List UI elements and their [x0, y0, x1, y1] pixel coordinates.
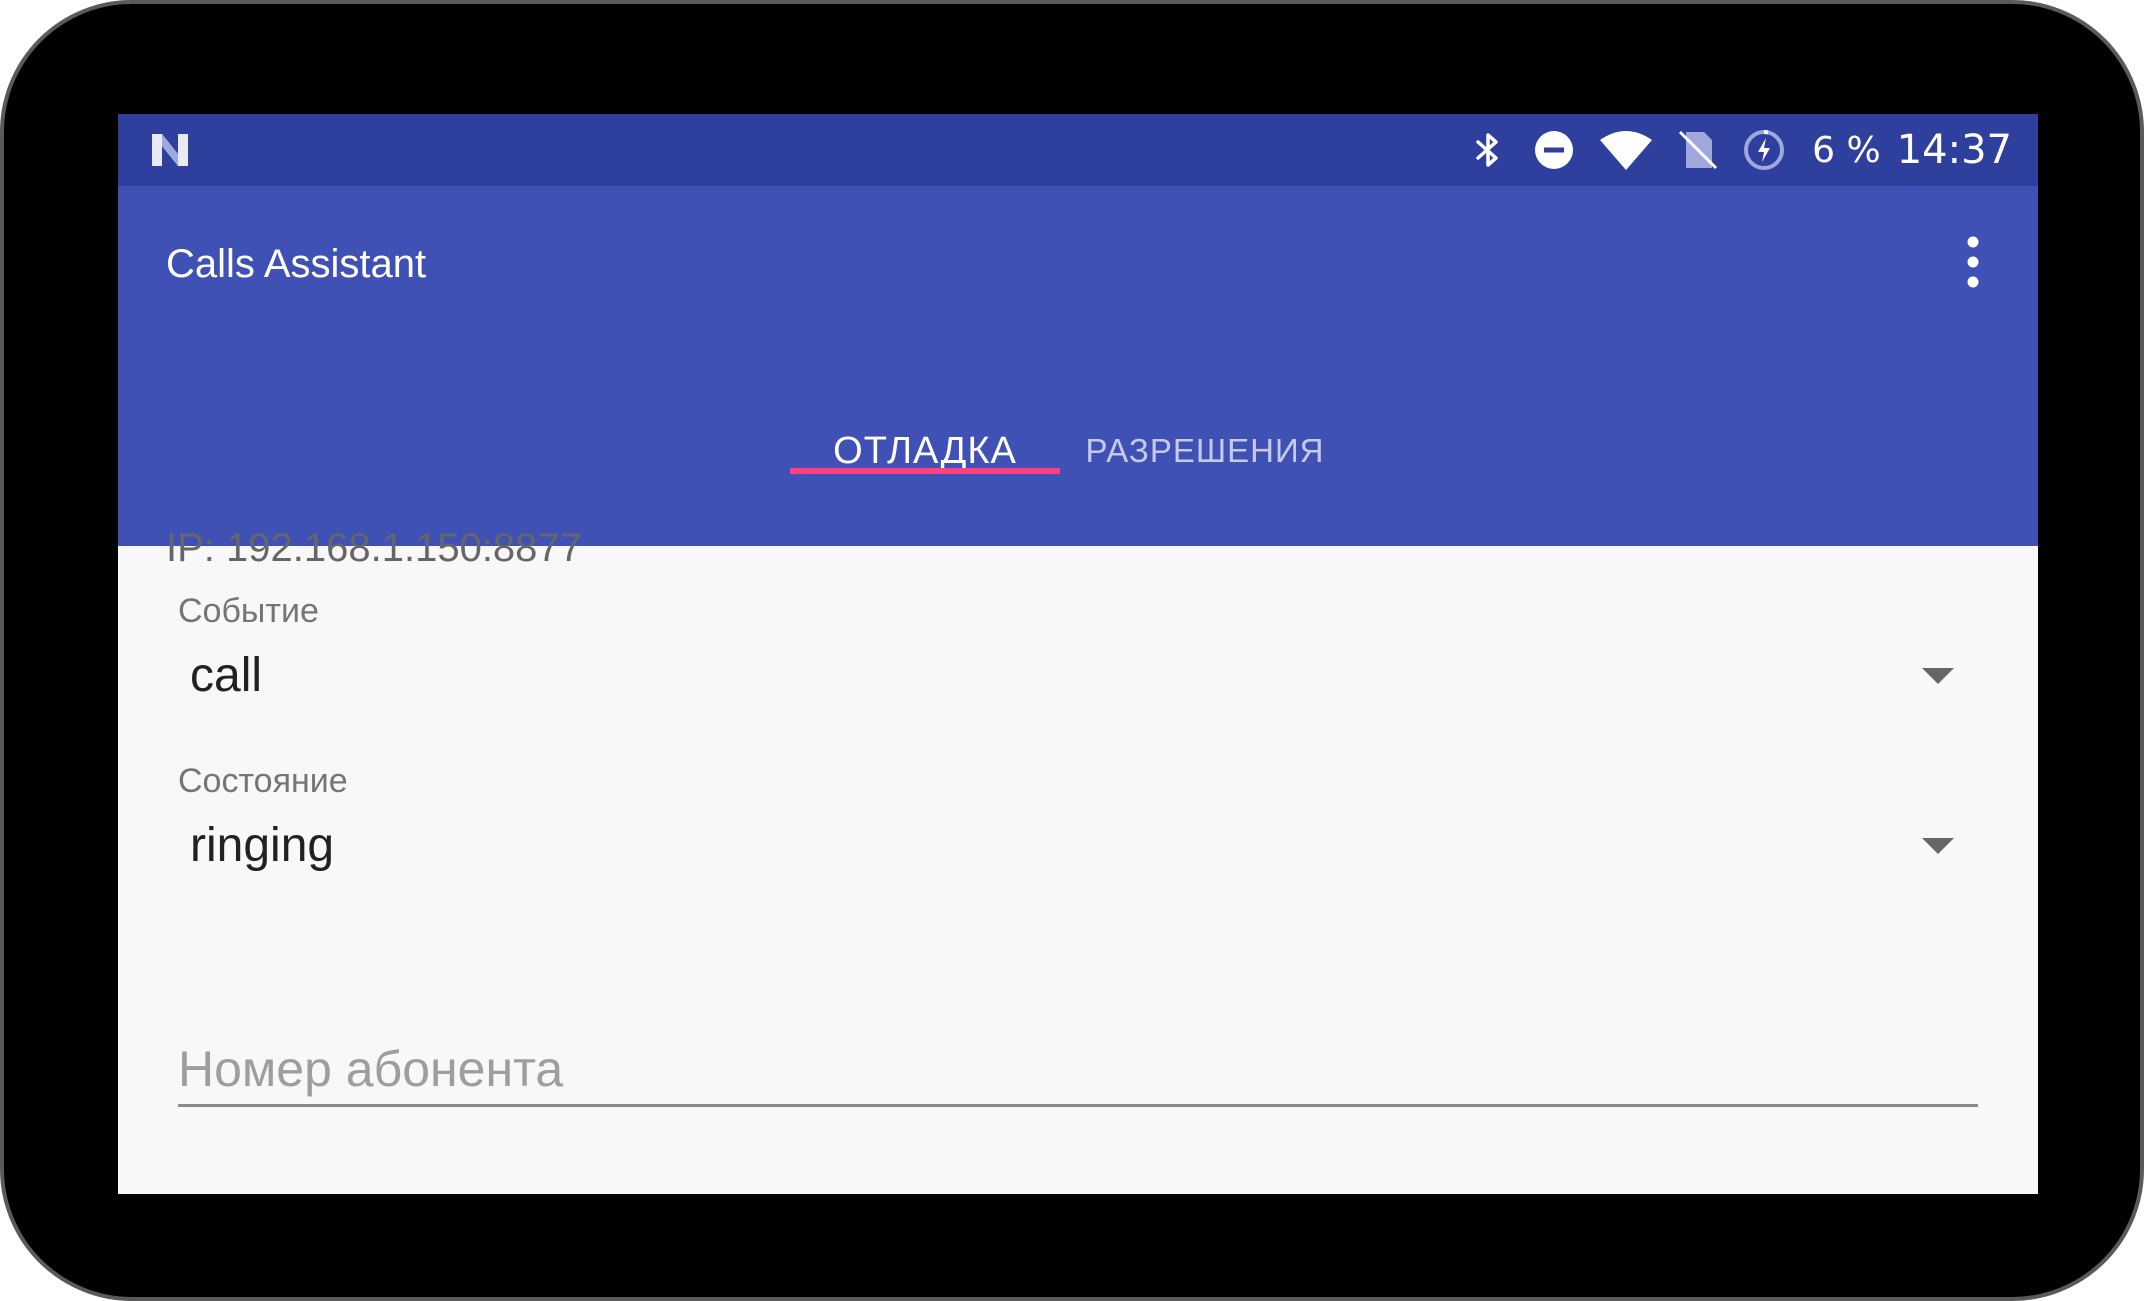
- no-sim-icon: [1679, 130, 1718, 170]
- wifi-icon: [1600, 131, 1653, 170]
- device-screen: 6 % 14:37 Calls Assistant ОТЛАДКА РАЗРЕШ…: [118, 114, 2038, 1194]
- ip-address-text: IP: 192.168.1.150:8877: [166, 526, 582, 570]
- clock: 14:37: [1896, 127, 2012, 173]
- phone-number-input[interactable]: [178, 1034, 1978, 1107]
- app-title: Calls Assistant: [166, 242, 427, 286]
- dropdown-arrow-icon: [1922, 838, 1954, 854]
- event-label: Событие: [178, 592, 319, 630]
- notification-n-icon: [152, 134, 188, 166]
- battery-charging-icon: [1744, 130, 1785, 170]
- debug-content: IP: 192.168.1.150:8877 Событие call Сост…: [118, 474, 2038, 1194]
- state-label: Состояние: [178, 762, 348, 800]
- event-value: call: [190, 649, 263, 702]
- battery-percent: 6 %: [1812, 129, 1881, 171]
- dropdown-arrow-icon: [1922, 668, 1954, 684]
- tablet-frame: 6 % 14:37 Calls Assistant ОТЛАДКА РАЗРЕШ…: [0, 0, 2144, 1301]
- bluetooth-icon: [1476, 133, 1498, 167]
- do-not-disturb-icon: [1535, 131, 1574, 169]
- state-value: ringing: [190, 819, 335, 872]
- more-vert-icon[interactable]: [1958, 232, 1988, 292]
- status-icons: 6 % 14:37: [1466, 114, 2012, 186]
- state-spinner[interactable]: ringing: [178, 806, 1978, 886]
- event-spinner[interactable]: call: [178, 636, 1978, 716]
- status-bar: 6 % 14:37: [118, 114, 2038, 186]
